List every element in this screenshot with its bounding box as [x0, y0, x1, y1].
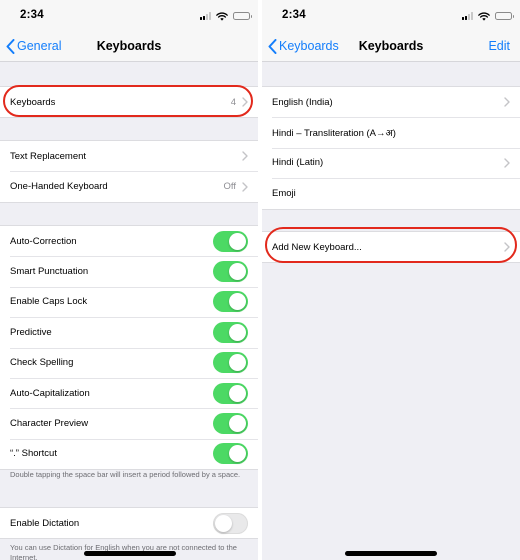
character-preview-toggle[interactable] — [213, 413, 248, 435]
status-icons — [462, 11, 514, 21]
status-bar: 2:34 — [262, 0, 520, 30]
status-time: 2:34 — [282, 9, 306, 21]
text-replacement-label: Text Replacement — [10, 150, 87, 162]
add-new-keyboard-label: Add New Keyboard... — [272, 241, 362, 253]
keyboards-row[interactable]: Keyboards 4 — [0, 87, 258, 117]
status-time: 2:34 — [20, 9, 44, 21]
keyboard-row-label: Hindi – Transliteration (A→अ) — [272, 128, 396, 140]
shortcut-label: “.” Shortcut — [10, 448, 57, 460]
keyboards-count: 4 — [230, 96, 236, 108]
chevron-right-icon — [504, 97, 510, 107]
toggle-row-shortcut: “.” Shortcut — [0, 438, 258, 469]
toggle-row-enable-dictation: Enable Dictation — [0, 508, 258, 538]
auto-capitalization-toggle[interactable] — [213, 382, 248, 404]
text-replacement-row[interactable]: Text Replacement — [0, 141, 258, 171]
toggle-row-smart-punctuation: Smart Punctuation — [0, 256, 258, 286]
keyboard-row-label: English (India) — [272, 96, 333, 108]
auto-correction-label: Auto-Correction — [10, 235, 77, 247]
toggle-row-auto-correction: Auto-Correction — [0, 226, 258, 256]
enable-caps-lock-toggle[interactable] — [213, 291, 248, 313]
chevron-right-icon — [504, 242, 510, 252]
typing-toggles-group: Auto-Correction Smart Punctuation Enable C… — [0, 225, 258, 471]
predictive-label: Predictive — [10, 326, 52, 338]
wifi-icon — [216, 11, 228, 21]
chevron-right-icon — [242, 97, 248, 107]
auto-capitalization-label: Auto-Capitalization — [10, 387, 90, 399]
keyboard-row-hindi-transliteration-a[interactable]: Hindi – Transliteration (A→अ) — [262, 117, 520, 147]
check-spelling-label: Check Spelling — [10, 357, 74, 369]
toggle-row-auto-capitalization: Auto-Capitalization — [0, 377, 258, 408]
edit-button[interactable]: Edit — [488, 39, 510, 53]
installed-keyboards-group: English (India) Hindi – Transliteration (… — [262, 86, 520, 210]
keyboards-group: Keyboards 4 — [0, 86, 258, 119]
cellular-signal-icon — [462, 12, 473, 20]
character-preview-label: Character Preview — [10, 418, 89, 430]
add-new-keyboard-row[interactable]: Add New Keyboard... — [262, 232, 520, 262]
battery-icon — [233, 12, 252, 20]
navigation-bar: General Keyboards — [0, 30, 258, 62]
keyboards-row-label: Keyboards — [10, 96, 56, 108]
page-title: Keyboards — [358, 39, 424, 53]
cellular-signal-icon — [200, 12, 211, 20]
home-indicator[interactable] — [345, 551, 437, 556]
check-spelling-toggle[interactable] — [213, 352, 248, 374]
battery-icon — [495, 12, 514, 20]
dictation-group: Enable Dictation — [0, 507, 258, 540]
keyboard-row-label: Hindi (Latin) — [272, 157, 324, 169]
keyboard-row-label: Emoji — [272, 187, 296, 199]
toggle-row-check-spelling: Check Spelling — [0, 347, 258, 378]
shortcut-toggle[interactable] — [213, 443, 248, 465]
wifi-icon — [478, 11, 490, 21]
keyboard-row-emoji[interactable]: Emoji — [262, 178, 520, 208]
home-indicator[interactable] — [84, 551, 176, 556]
status-icons — [200, 11, 252, 21]
page-title: Keyboards — [96, 39, 162, 53]
add-keyboard-group: Add New Keyboard... — [262, 231, 520, 264]
navigation-bar: Keyboards Keyboards Edit — [262, 30, 520, 62]
toggle-row-predictive: Predictive — [0, 317, 258, 347]
chevron-right-icon — [242, 151, 248, 161]
one-handed-keyboard-label: One-Handed Keyboard — [10, 181, 108, 193]
keyboard-row-hindi-latin[interactable]: Hindi (Latin) — [262, 147, 520, 178]
one-handed-keyboard-row[interactable]: One-Handed Keyboard Off — [0, 171, 258, 201]
toggle-row-enable-caps-lock: Enable Caps Lock — [0, 286, 258, 317]
enable-dictation-label: Enable Dictation — [10, 517, 80, 529]
one-handed-keyboard-value: Off — [223, 181, 237, 193]
text-options-group: Text Replacement One-Handed Keyboard Off — [0, 140, 258, 203]
smart-punctuation-toggle[interactable] — [213, 261, 248, 283]
chevron-right-icon — [504, 158, 510, 168]
status-bar: 2:34 — [0, 0, 258, 30]
toggle-row-character-preview: Character Preview — [0, 408, 258, 438]
right-screen-keyboards-list: 2:34 Keyboards Keyboards Edit English (I… — [262, 0, 520, 560]
enable-caps-lock-label: Enable Caps Lock — [10, 296, 88, 308]
enable-dictation-toggle[interactable] — [213, 512, 248, 534]
auto-correction-toggle[interactable] — [213, 230, 248, 252]
chevron-right-icon — [242, 181, 248, 192]
left-screen-keyboards-settings: 2:34 General Keyboards Keyboards 4 Text … — [0, 0, 258, 560]
keyboard-row-english-india[interactable]: English (India) — [262, 87, 520, 117]
shortcut-footer-note: Double tapping the space bar will insert… — [10, 470, 241, 479]
smart-punctuation-label: Smart Punctuation — [10, 266, 89, 278]
predictive-toggle[interactable] — [213, 321, 248, 343]
